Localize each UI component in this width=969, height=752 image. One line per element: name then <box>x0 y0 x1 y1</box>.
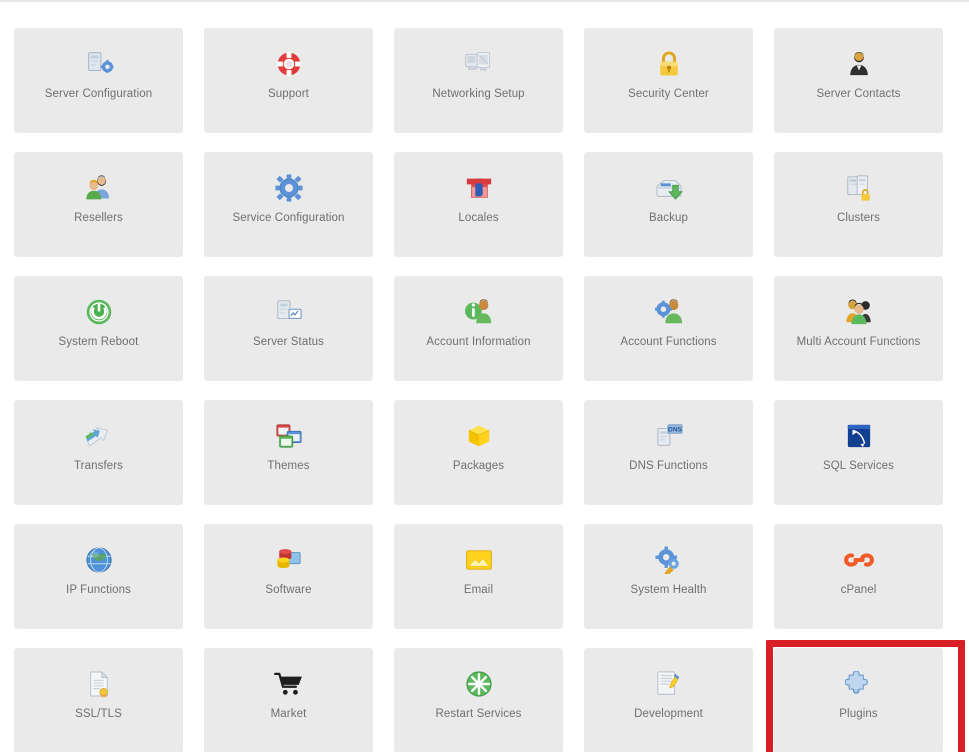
feature-card-transfers[interactable]: Transfers <box>14 400 183 505</box>
feature-card-ssl-tls[interactable]: SSL/TLS <box>14 648 183 752</box>
feature-card-themes[interactable]: Themes <box>204 400 373 505</box>
feature-card-label: Server Configuration <box>44 88 153 100</box>
feature-card-ip-functions[interactable]: IP Functions <box>14 524 183 629</box>
feature-card-label: SSL/TLS <box>75 708 122 720</box>
backup-download-icon <box>652 171 686 205</box>
feature-card-label: Server Contacts <box>816 88 901 100</box>
feature-card-label: Packages <box>452 460 505 472</box>
feature-card-label: cPanel <box>840 584 877 596</box>
feature-card-support[interactable]: Support <box>204 28 373 133</box>
shopping-cart-icon <box>272 667 306 701</box>
feature-card-dns-functions[interactable]: DNS DNS Functions <box>584 400 753 505</box>
servers-lock-icon <box>842 171 876 205</box>
flag-locale-icon <box>462 171 496 205</box>
svg-text:DNS: DNS <box>668 426 682 433</box>
feature-card-sql-services[interactable]: SQL Services <box>774 400 943 505</box>
feature-card-email[interactable]: Email <box>394 524 563 629</box>
feature-card-label: SQL Services <box>822 460 895 472</box>
power-button-icon <box>82 295 116 329</box>
feature-card-grid: Server Configuration Support Networking … <box>14 28 965 752</box>
restart-green-icon <box>462 667 496 701</box>
feature-card-server-configuration[interactable]: Server Configuration <box>14 28 183 133</box>
feature-card-label: Email <box>463 584 494 596</box>
feature-card-label: IP Functions <box>66 584 131 596</box>
themes-windows-icon <box>272 419 306 453</box>
feature-card-label: Plugins <box>839 708 878 720</box>
feature-card-account-information[interactable]: Account Information <box>394 276 563 381</box>
feature-card-market[interactable]: Market <box>204 648 373 752</box>
transfer-arrows-icon <box>82 419 116 453</box>
software-cylinders-icon <box>272 543 306 577</box>
user-info-icon <box>462 295 496 329</box>
feature-card-label: System Health <box>630 584 707 596</box>
feature-card-software[interactable]: Software <box>204 524 373 629</box>
feature-card-packages[interactable]: Packages <box>394 400 563 505</box>
gear-wrench-icon <box>652 543 686 577</box>
puzzle-piece-icon <box>842 667 876 701</box>
sql-database-icon <box>842 419 876 453</box>
life-preserver-icon <box>272 47 306 81</box>
feature-card-clusters[interactable]: Clusters <box>774 152 943 257</box>
feature-card-label: System Reboot <box>58 336 139 348</box>
feature-card-label: Software <box>265 584 312 596</box>
feature-card-label: Account Functions <box>620 336 717 348</box>
feature-card-restart-services[interactable]: Restart Services <box>394 648 563 752</box>
feature-card-multi-account-functions[interactable]: Multi Account Functions <box>774 276 943 381</box>
feature-card-label: Resellers <box>74 212 123 224</box>
server-gear-icon <box>82 47 116 81</box>
feature-card-system-health[interactable]: System Health <box>584 524 753 629</box>
globe-icon <box>82 543 116 577</box>
feature-card-label: Service Configuration <box>232 212 345 224</box>
feature-card-label: Market <box>270 708 307 720</box>
feature-card-server-contacts[interactable]: Server Contacts <box>774 28 943 133</box>
feature-card-label: Clusters <box>837 212 880 224</box>
whm-home-page: Server Configuration Support Networking … <box>0 0 969 752</box>
yellow-box-icon <box>462 419 496 453</box>
development-edit-icon <box>652 667 686 701</box>
feature-card-label: Server Status <box>253 336 324 348</box>
feature-card-label: Networking Setup <box>432 88 525 100</box>
feature-card-label: Transfers <box>73 460 124 472</box>
feature-card-label: Locales <box>458 212 499 224</box>
feature-card-label: Account Information <box>426 336 531 348</box>
feature-card-label: Restart Services <box>435 708 522 720</box>
feature-card-backup[interactable]: Backup <box>584 152 753 257</box>
email-envelope-icon <box>462 543 496 577</box>
feature-card-plugins[interactable]: Plugins <box>766 640 965 752</box>
feature-card-resellers[interactable]: Resellers <box>14 152 183 257</box>
feature-card-label: Support <box>268 88 309 100</box>
padlock-icon <box>652 47 686 81</box>
certificate-document-icon <box>82 667 116 701</box>
feature-card-label: Security Center <box>628 88 709 100</box>
feature-card-system-reboot[interactable]: System Reboot <box>14 276 183 381</box>
two-people-icon <box>82 171 116 205</box>
feature-card-networking-setup[interactable]: Networking Setup <box>394 28 563 133</box>
dns-server-icon: DNS <box>652 419 686 453</box>
feature-card-locales[interactable]: Locales <box>394 152 563 257</box>
feature-card-account-functions[interactable]: Account Functions <box>584 276 753 381</box>
user-group-icon <box>842 295 876 329</box>
feature-card-security-center[interactable]: Security Center <box>584 28 753 133</box>
feature-card-label: Multi Account Functions <box>796 336 921 348</box>
feature-card-server-status[interactable]: Server Status <box>204 276 373 381</box>
feature-card-label: DNS Functions <box>629 460 708 472</box>
feature-card-label: Development <box>634 708 703 720</box>
feature-card-service-configuration[interactable]: Service Configuration <box>204 152 373 257</box>
person-contact-icon <box>842 47 876 81</box>
user-gear-icon <box>652 295 686 329</box>
network-computers-icon <box>462 47 496 81</box>
feature-card-development[interactable]: Development <box>584 648 753 752</box>
feature-card-cpanel[interactable]: cPanel <box>774 524 943 629</box>
feature-card-label: Backup <box>649 212 688 224</box>
cpanel-logo-icon <box>842 543 876 577</box>
feature-card-label: Themes <box>267 460 310 472</box>
header-divider <box>0 0 969 2</box>
blue-gear-icon <box>272 171 306 205</box>
server-status-icon <box>272 295 306 329</box>
